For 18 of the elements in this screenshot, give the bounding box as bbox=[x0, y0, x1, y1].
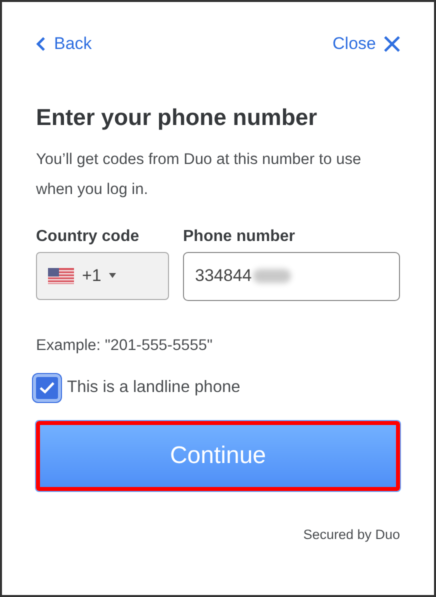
close-icon bbox=[384, 36, 400, 52]
description-text: You’ll get codes from Duo at this number to use when you log in. bbox=[36, 150, 362, 200]
flag-icon bbox=[48, 268, 74, 284]
back-link[interactable]: Back bbox=[36, 31, 92, 57]
phone-number-field[interactable]: 334844 bbox=[183, 252, 400, 300]
checkmark-icon bbox=[39, 381, 55, 394]
field-label: Phone number bbox=[183, 226, 296, 246]
checkbox-label: This is a landline phone bbox=[67, 377, 240, 398]
caret-down-icon bbox=[109, 273, 116, 278]
country-code-select[interactable]: +1 bbox=[36, 252, 169, 300]
close-link[interactable]: Close bbox=[332, 31, 400, 57]
landline-checkbox[interactable] bbox=[33, 374, 61, 402]
page-title: Enter your phone number bbox=[36, 103, 318, 132]
footer-text: Secured by Duo bbox=[303, 526, 400, 544]
continue-button[interactable]: Continue bbox=[36, 420, 400, 491]
example-text: Example: "201-555-5555" bbox=[36, 336, 214, 356]
field-label: Country code bbox=[36, 226, 140, 246]
chevron-left-icon bbox=[36, 37, 46, 51]
